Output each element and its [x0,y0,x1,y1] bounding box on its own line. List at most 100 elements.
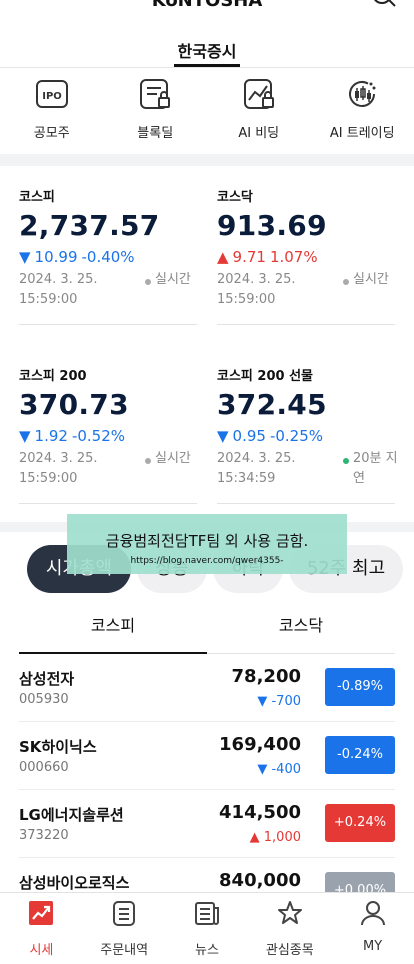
nav-watchlist[interactable]: 관심종목 [248,893,331,964]
banner-url: https://blog.naver.com/qwer4355- [130,556,284,566]
nav-label: 시세 [29,943,54,958]
ai-bidding-icon [243,79,274,109]
index-timestamp: 2024. 3. 25. 15:59:00 [217,272,296,307]
nav-label: 주문내역 [100,943,149,958]
stock-name: 삼성전자 [19,670,75,688]
quick-menu-ai-bidding[interactable]: AI 비딩 [207,68,311,154]
index-card-kospi200-futures[interactable]: 코스피 200 선물 372.45 ▼ 0.95 -0.25% 2024. 3. 2… [217,365,398,489]
stock-name: LG에너지솔루션 [19,806,124,824]
status-dot-icon [145,279,151,285]
down-arrow-icon: ▼ [19,248,31,266]
market-tabs: 코스피 코스닥 [19,606,395,654]
index-name: 코스닥 [217,190,253,205]
down-arrow-icon: ▼ [257,762,268,777]
index-status-text: 20분 지연 [353,451,398,486]
index-value: 913.69 [217,209,327,242]
news-icon [194,902,219,925]
nav-label: 뉴스 [195,943,219,958]
quick-menu-ipo[interactable]: IPO 공모주 [0,68,104,154]
index-change: ▼ 10.99 -0.40% [19,248,197,266]
index-change: ▲ 9.71 1.07% [217,248,395,266]
index-change: ▼ 1.92 -0.52% [19,427,197,445]
index-change: ▼ 0.95 -0.25% [217,427,395,445]
stock-diff-amount: -700 [271,694,301,709]
index-name: 코스피 200 [19,369,87,384]
banner-title: 금융범죄전담TF팀 외 사용 금함. [105,532,309,550]
index-change-amount: 9.71 [232,248,266,266]
index-status: 실시간 [145,270,201,290]
stock-diff: ▼ -400 [257,762,301,777]
index-change-amount: 1.92 [34,427,68,445]
quick-menu-ai-trading[interactable]: AI 트레이딩 [311,68,414,154]
nav-orders[interactable]: 주문내역 [83,893,166,964]
down-arrow-icon: ▼ [257,694,268,709]
order-list-icon [113,901,136,926]
index-name: 코스피 [19,190,55,205]
quick-menu-label: AI 비딩 [238,126,280,141]
down-arrow-icon: ▼ [217,427,229,445]
star-icon [277,901,302,924]
ai-trading-icon [349,81,376,107]
index-change-amount: 10.99 [34,248,78,266]
stock-rate-badge: +0.24% [325,804,395,842]
index-timestamp: 2024. 3. 25. 15:59:00 [19,272,98,307]
stock-diff: ▲ 1,000 [250,830,301,845]
ipo-icon: IPO [35,80,68,108]
stock-code: 000660 [19,760,69,775]
tab-underline [174,64,240,67]
nav-news[interactable]: 뉴스 [166,893,249,964]
index-card-kosdaq[interactable]: 코스닥 913.69 ▲ 9.71 1.07% 2024. 3. 25. 15:59… [217,186,395,310]
up-arrow-icon: ▲ [217,248,229,266]
index-value: 370.73 [19,388,129,421]
status-dot-icon [343,458,349,464]
stock-diff: ▼ -700 [257,694,301,709]
index-card-kospi200[interactable]: 코스피 200 370.73 ▼ 1.92 -0.52% 2024. 3. 25. … [19,365,197,489]
index-timestamp: 2024. 3. 25. 15:34:59 [217,451,296,486]
index-value: 372.45 [217,388,327,421]
nav-label: MY [363,939,383,954]
stock-diff-amount: 1,000 [263,830,301,845]
stock-rate-badge: -0.89% [325,668,395,706]
user-icon [360,901,385,926]
quick-menu-label: AI 트레이딩 [329,126,395,141]
index-change-amount: 0.95 [232,427,266,445]
watermark-banner: 금융범죄전담TF팀 외 사용 금함. https://blog.naver.co… [67,514,347,574]
quick-menu-block-deal[interactable]: 블록딜 [104,68,208,154]
stock-code: 005930 [19,692,69,707]
search-icon[interactable] [372,0,396,8]
svg-text:IPO: IPO [42,91,62,102]
nav-label: 관심종목 [265,943,314,958]
up-arrow-icon: ▲ [249,830,260,845]
status-dot-icon [343,279,349,285]
divider [217,503,395,504]
index-status: 실시간 [145,449,201,469]
table-row[interactable]: SK하이닉스 000660 169,400 ▼ -400 -0.24% [19,722,395,790]
tab-korea-market[interactable]: 한국증시 [0,38,414,62]
stock-name: SK하이닉스 [19,738,97,756]
index-status: 실시간 [343,270,399,290]
index-card-kospi[interactable]: 코스피 2,737.57 ▼ 10.99 -0.40% 2024. 3. 25. 1… [19,186,197,310]
index-change-rate: -0.40% [81,248,135,266]
index-status: 20분 지연 [343,449,399,489]
index-change-rate: -0.25% [269,427,324,445]
index-status-text: 실시간 [353,272,389,287]
brand-logo: KoNTOSHA [151,0,263,11]
index-change-rate: 1.07% [269,248,318,266]
status-dot-icon [145,458,151,464]
nav-quotes[interactable]: 시세 [0,893,83,964]
table-row[interactable]: LG에너지솔루션 373220 414,500 ▲ 1,000 +0.24% [19,790,395,858]
quick-menu-label: 블록딜 [137,126,174,141]
index-name: 코스피 200 선물 [217,369,313,384]
stock-rate-badge: -0.24% [325,736,395,774]
index-timestamp: 2024. 3. 25. 15:59:00 [19,451,98,486]
table-row[interactable]: 삼성전자 005930 78,200 ▼ -700 -0.89% [19,654,395,722]
tab-kosdaq[interactable]: 코스닥 [207,606,395,653]
index-status-text: 실시간 [155,272,191,287]
bottom-nav: 시세 주문내역 뉴스 관심종목 MY [0,892,414,964]
stock-code: 373220 [19,828,69,843]
tab-kospi[interactable]: 코스피 [19,606,207,654]
nav-my[interactable]: MY [331,893,414,964]
chart-up-icon [29,901,54,925]
quick-menu-label: 공모주 [33,126,70,141]
section-divider [0,154,414,166]
